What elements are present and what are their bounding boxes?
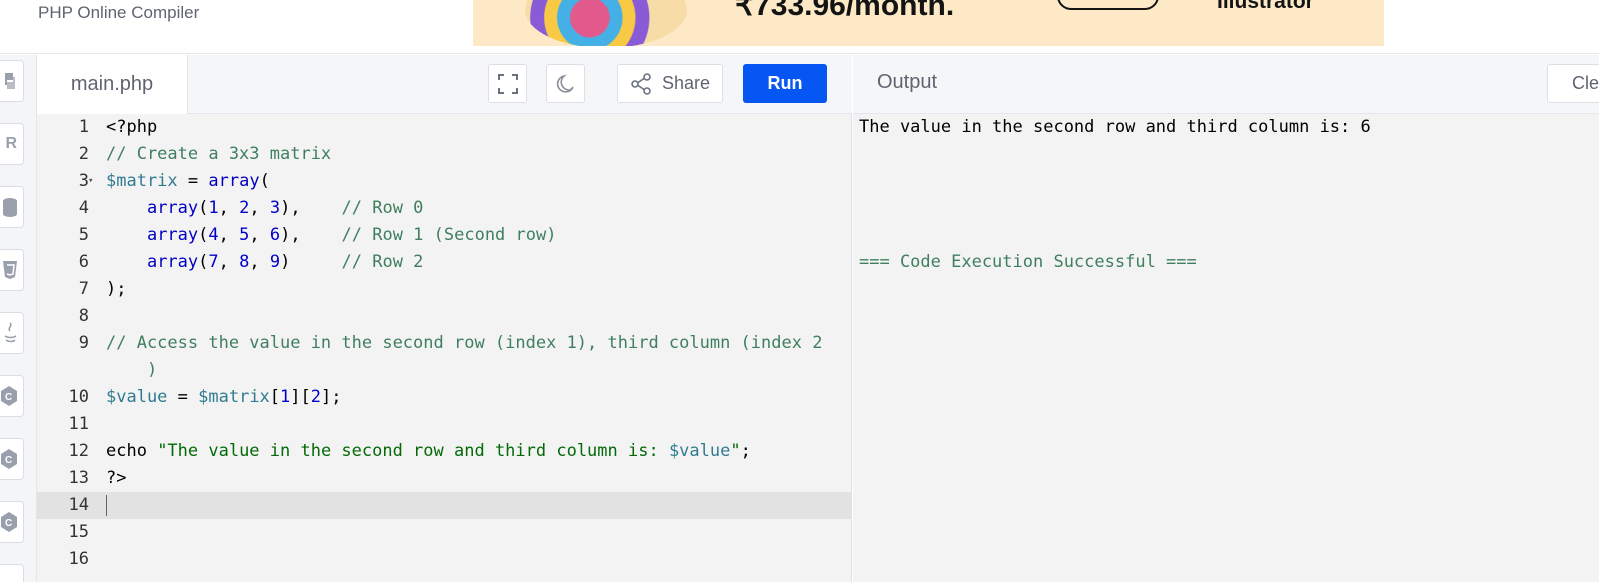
code-line-wrap: )	[37, 357, 852, 384]
ad-cta-button[interactable]	[1057, 0, 1159, 10]
code-text: $matrix = array(	[106, 171, 270, 191]
code-line: 13 ?>	[37, 465, 852, 492]
line-number: 16	[68, 549, 89, 569]
line-number: 3	[78, 171, 89, 191]
site-title[interactable]: PHP Online Compiler	[38, 3, 199, 23]
code-line: 2 // Create a 3x3 matrix	[37, 141, 852, 168]
clear-button[interactable]: Clear	[1547, 64, 1599, 103]
share-button[interactable]: Share	[617, 64, 723, 103]
code-line: 9 // Access the value in the second row …	[37, 330, 852, 357]
text-cursor	[106, 495, 107, 516]
line-number: 7	[78, 279, 89, 299]
code-text: array(7, 8, 9) // Row 2	[146, 252, 424, 272]
fullscreen-icon	[497, 73, 518, 94]
code-line: 3 ▾ $matrix = array(	[37, 168, 852, 195]
line-number: 9	[78, 333, 89, 353]
line-number: 5	[78, 225, 89, 245]
code-line: 7 );	[37, 276, 852, 303]
advertisement-banner[interactable]: ₹733.96/month. Illustrator	[473, 0, 1384, 46]
code-text: array(1, 2, 3), // Row 0	[146, 198, 424, 218]
active-code-line: 14	[37, 492, 852, 519]
line-number: 8	[78, 306, 89, 326]
fullscreen-button[interactable]	[488, 64, 527, 103]
csharp-icon[interactable]: C	[0, 501, 24, 543]
line-number: 12	[68, 441, 89, 461]
code-line: 6 array(7, 8, 9) // Row 2	[37, 249, 852, 276]
line-number: 10	[68, 387, 89, 407]
run-button[interactable]: Run	[743, 64, 827, 103]
r-icon[interactable]: R	[0, 123, 24, 165]
code-line: 16	[37, 546, 852, 573]
code-text: echo "The value in the second row and th…	[106, 441, 751, 461]
fold-arrow-icon[interactable]: ▾	[88, 168, 93, 195]
code-text: ?>	[106, 468, 127, 488]
code-line: 4 array(1, 2, 3), // Row 0	[37, 195, 852, 222]
code-text: // Create a 3x3 matrix	[106, 144, 332, 164]
code-line: 12 echo "The value in the second row and…	[37, 438, 852, 465]
database-icon[interactable]	[0, 186, 24, 228]
line-number: 2	[78, 144, 89, 164]
code-line: 10 $value = $matrix[1][2];	[37, 384, 852, 411]
code-text: array(4, 5, 6), // Row 1 (Second row)	[146, 225, 557, 245]
code-line: 5 array(4, 5, 6), // Row 1 (Second row)	[37, 222, 852, 249]
line-number: 13	[68, 468, 89, 488]
execution-success-message: === Code Execution Successful ===	[859, 252, 1197, 272]
cpp-icon[interactable]: C	[0, 438, 24, 480]
line-number: 11	[68, 414, 89, 434]
c-icon[interactable]: C	[0, 375, 24, 417]
output-console: The value in the second row and third co…	[853, 114, 1599, 582]
line-number: 1	[78, 117, 89, 137]
line-number: 15	[68, 522, 89, 542]
ad-artwork	[525, 0, 687, 46]
editor-toolbar: main.php Share Run	[37, 55, 852, 114]
code-text: <?php	[106, 117, 158, 137]
file-tab-main[interactable]: main.php	[37, 55, 188, 114]
line-number: 4	[78, 198, 89, 218]
code-line: 11	[37, 411, 852, 438]
svg-text:C: C	[5, 455, 12, 466]
code-text: // Access the value in the second row (i…	[106, 333, 823, 353]
python-icon[interactable]	[0, 60, 24, 102]
code-text: $value = $matrix[1][2];	[106, 387, 342, 407]
java-icon[interactable]	[0, 312, 24, 354]
output-toolbar: Output Clear	[853, 55, 1599, 114]
code-line: 15	[37, 519, 852, 546]
ad-brand-text: Illustrator	[1217, 0, 1314, 13]
html5-icon[interactable]	[0, 249, 24, 291]
output-title: Output	[877, 71, 938, 93]
code-text: );	[106, 279, 127, 299]
share-label: Share	[661, 73, 711, 93]
output-result-line: The value in the second row and third co…	[859, 117, 1371, 137]
code-line: 8	[37, 303, 852, 330]
line-number: 6	[78, 252, 89, 272]
code-line: 1 <?php	[37, 114, 852, 141]
svg-text:C: C	[5, 518, 12, 529]
language-sidebar: R C C C	[0, 55, 37, 582]
svg-text:C: C	[5, 392, 12, 403]
language-icon[interactable]	[0, 564, 24, 582]
top-bar: PHP Online Compiler ₹733.96/month. Illus…	[0, 0, 1599, 54]
dark-mode-button[interactable]	[546, 64, 585, 103]
ad-price-text: ₹733.96/month.	[735, 0, 955, 22]
code-text: )	[106, 360, 158, 380]
code-editor[interactable]: 1 <?php 2 // Create a 3x3 matrix 3 ▾ $ma…	[37, 114, 852, 582]
share-icon	[631, 72, 651, 95]
moon-icon	[556, 74, 574, 93]
line-number: 14	[68, 495, 89, 515]
